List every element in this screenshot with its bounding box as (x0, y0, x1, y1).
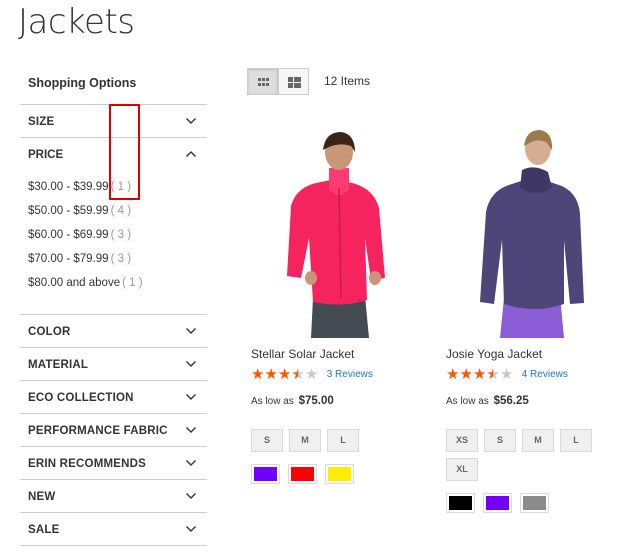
filter-color[interactable]: COLOR (20, 315, 207, 348)
price-value: $75.00 (298, 395, 334, 407)
filter-label: ERIN RECOMMENDS (28, 458, 147, 470)
size-option[interactable]: M (522, 429, 554, 452)
filter-label: PERFORMANCE FABRIC (28, 425, 168, 437)
page-title: Jackets (18, 2, 135, 42)
filter-performance-fabric[interactable]: PERFORMANCE FABRIC (20, 414, 207, 447)
color-swatch[interactable] (288, 464, 317, 484)
star-icon: ★ (277, 366, 292, 383)
product-name[interactable]: Stellar Solar Jacket (251, 347, 354, 361)
price-option-count: ( 3 ) (110, 253, 132, 265)
size-option[interactable]: S (251, 429, 283, 452)
product-name[interactable]: Josie Yoga Jacket (446, 347, 542, 361)
items-count: 12 Items (324, 74, 371, 88)
price-option[interactable]: $70.00 - $79.99( 3 ) (28, 252, 143, 276)
star-icon: ★ (472, 366, 487, 383)
filter-label: COLOR (28, 326, 71, 338)
color-swatch[interactable] (325, 464, 354, 484)
price-option-count: ( 4 ) (110, 205, 132, 217)
product-price: As low as $56.25 (446, 395, 529, 407)
reviews-link[interactable]: 3 Reviews (327, 369, 373, 380)
reviews-link[interactable]: 4 Reviews (522, 369, 568, 380)
size-option[interactable]: M (289, 429, 321, 452)
filter-price-label: PRICE (28, 149, 64, 161)
price-option-count: ( 3 ) (110, 229, 132, 241)
star-half-icon: ★ (291, 366, 305, 383)
color-swatch[interactable] (446, 493, 475, 513)
chevron-down-icon (186, 493, 196, 499)
chevron-down-icon (186, 427, 196, 433)
shopping-options-title: Shopping Options (20, 70, 207, 105)
color-swatch[interactable] (520, 493, 549, 513)
chevron-up-icon (186, 151, 196, 157)
filter-label: SALE (28, 524, 60, 536)
star-empty-icon: ★ (499, 366, 514, 383)
size-option[interactable]: S (484, 429, 516, 452)
list-view-button[interactable] (278, 68, 309, 95)
size-option[interactable]: L (327, 429, 359, 452)
grid-view-button[interactable] (247, 68, 278, 95)
chevron-down-icon (186, 118, 196, 124)
filter-material[interactable]: MATERIAL (20, 348, 207, 381)
list-icon (288, 77, 301, 88)
color-swatch[interactable] (251, 464, 280, 484)
chevron-down-icon (186, 460, 196, 466)
filter-label: ECO COLLECTION (28, 392, 134, 404)
star-icon: ★ (446, 366, 460, 383)
filter-new[interactable]: NEW (20, 480, 207, 513)
price-count-highlight (109, 104, 140, 200)
color-swatch[interactable] (483, 493, 512, 513)
star-empty-icon: ★ (304, 366, 319, 383)
star-icon: ★ (264, 366, 278, 383)
filter-label: NEW (28, 491, 56, 503)
price-option-count: ( 1 ) (122, 277, 143, 289)
product-image[interactable] (446, 128, 616, 338)
size-option[interactable]: L (560, 429, 592, 452)
chevron-down-icon (186, 526, 196, 532)
rating-summary: ★★★★★ 4 Reviews (446, 366, 568, 384)
size-option[interactable]: XS (446, 429, 478, 452)
product-card: Stellar Solar Jacket ★★★★★ 3 Reviews As … (251, 128, 421, 484)
price-option[interactable]: $60.00 - $69.99( 3 ) (28, 228, 143, 252)
chevron-down-icon (186, 361, 196, 367)
product-card: Josie Yoga Jacket ★★★★★ 4 Reviews As low… (446, 128, 616, 513)
price-option[interactable]: $50.00 - $59.99( 4 ) (28, 204, 143, 228)
product-price: As low as $75.00 (251, 395, 334, 407)
filter-sale[interactable]: SALE (20, 513, 207, 546)
filter-size-label: SIZE (28, 116, 55, 128)
filter-erin-recommends[interactable]: ERIN RECOMMENDS (20, 447, 207, 480)
filter-label: MATERIAL (28, 359, 89, 371)
chevron-down-icon (186, 328, 196, 334)
size-option[interactable]: XL (446, 458, 478, 481)
price-option[interactable]: $80.00 and above( 1 ) (28, 276, 143, 300)
rating-summary: ★★★★★ 3 Reviews (251, 366, 373, 384)
chevron-down-icon (186, 394, 196, 400)
filter-eco-collection[interactable]: ECO COLLECTION (20, 381, 207, 414)
star-half-icon: ★ (486, 366, 500, 383)
price-value: $56.25 (493, 395, 529, 407)
grid-icon (258, 78, 269, 86)
star-icon: ★ (459, 366, 473, 383)
star-icon: ★ (251, 366, 265, 383)
product-image[interactable] (251, 128, 421, 338)
